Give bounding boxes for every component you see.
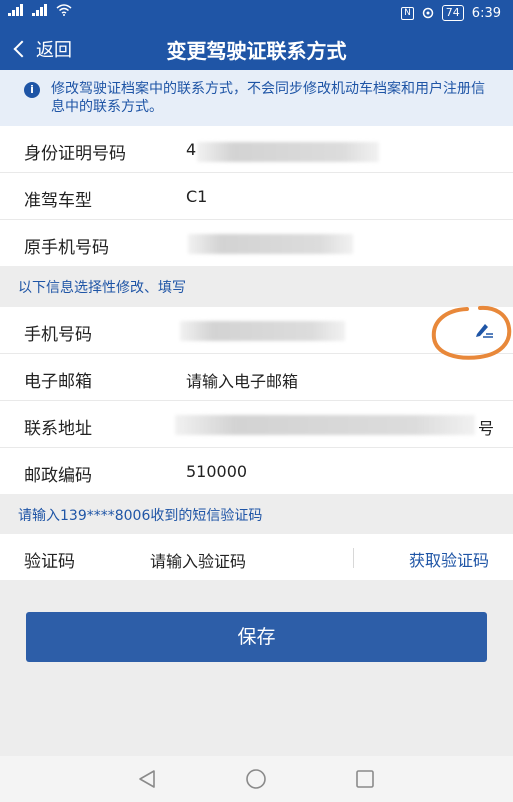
back-triangle-icon[interactable] [136,768,158,790]
redacted-block [197,142,379,162]
location-icon [422,7,434,19]
page-title: 变更驾驶证联系方式 [166,39,347,63]
verify-card: 验证码 请输入验证码 获取验证码 [0,534,513,580]
system-nav-bar [0,756,513,802]
address-suffix: 号 [478,419,495,438]
license-class-value: C1 [186,187,208,206]
email-label: 电子邮箱 [24,372,92,392]
home-circle-icon[interactable] [244,768,268,790]
verify-code-input[interactable]: 请输入验证码 [150,548,246,572]
id-number-value: 4 [186,140,197,159]
sms-hint: 请输入139****8006收到的短信验证码 [18,508,263,524]
postal-label: 邮政编码 [24,466,92,486]
redacted-block [188,234,353,254]
annotation-circle [431,305,512,360]
email-input[interactable]: 请输入电子邮箱 [186,368,298,392]
get-code-button[interactable]: 获取验证码 [409,547,489,571]
divider [353,548,354,568]
postal-input[interactable]: 510000 [186,462,247,481]
signal-icon [8,4,26,16]
id-number-label: 身份证明号码 [24,144,126,164]
phone-label: 手机号码 [24,325,92,345]
info-icon: i [24,82,40,98]
row-license-class: 准驾车型 C1 [0,173,513,220]
status-right: N 74 6:39 [401,5,501,21]
address-label: 联系地址 [24,419,92,439]
status-left [8,4,72,16]
info-notice: i 修改驾驶证档案中的联系方式，不会同步修改机动车档案和用户注册信息中的联系方式… [0,70,513,126]
row-id-number: 身份证明号码 4 [0,126,513,173]
recents-square-icon[interactable] [354,768,376,790]
clock: 6:39 [471,5,501,21]
wifi-icon [56,4,72,16]
nfc-icon: N [401,6,414,20]
license-class-label: 准驾车型 [24,191,92,211]
row-address[interactable]: 联系地址 号 [0,401,513,448]
nav-bar: 返回 变更驾驶证联系方式 [0,28,513,70]
row-postal[interactable]: 邮政编码 510000 [0,448,513,494]
original-phone-label: 原手机号码 [24,238,109,258]
license-info-card: 身份证明号码 4 准驾车型 C1 原手机号码 [0,126,513,266]
status-bar: N 74 6:39 [0,0,513,28]
optional-section-label: 以下信息选择性修改、填写 [18,280,186,296]
row-original-phone: 原手机号码 [0,220,513,266]
redacted-block [180,321,345,341]
battery-icon: 74 [441,5,464,21]
row-verify-code: 验证码 请输入验证码 获取验证码 [0,534,513,580]
signal-icon-2 [32,4,50,16]
redacted-block [175,415,475,435]
notice-text: 修改驾驶证档案中的联系方式，不会同步修改机动车档案和用户注册信息中的联系方式。 [51,81,485,115]
save-button[interactable]: 保存 [26,612,487,662]
verify-code-label: 验证码 [24,552,75,572]
